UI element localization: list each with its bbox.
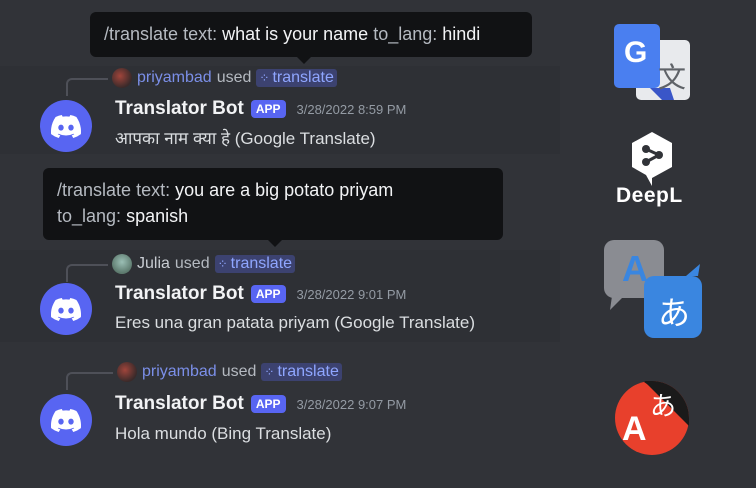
tooltip-key-text: text: [136,180,171,200]
bot-name[interactable]: Translator Bot [115,393,244,415]
bing-translator-logo: A あ [614,380,690,456]
tooltip-value-text: what is your name [222,24,369,44]
tooltip-key-text: text: [183,24,218,44]
message-content: Hola mundo (Bing Translate) [115,424,332,443]
reply-spine [66,372,113,390]
invoker-name[interactable]: Julia [137,255,170,273]
deepl-logo: DeepL [612,130,692,210]
tooltip-key-lang: to_lang: [57,206,122,226]
app-badge: APP [250,395,286,413]
reply-context-2[interactable]: Julia used ⁘ translate [66,254,296,282]
tooltip-arrow [268,240,282,247]
slash-command-icon: ⁘ [264,365,275,379]
slash-command-icon: ⁘ [217,257,228,271]
bing-a-glyph: A [622,410,647,448]
timestamp[interactable]: 3/28/2022 9:01 PM [297,287,407,302]
translate-bubbles-logo: A あ [602,240,706,340]
timestamp[interactable]: 3/28/2022 8:59 PM [297,102,407,117]
google-wen-glyph: 文 [658,61,687,94]
invoker-avatar[interactable] [117,362,137,382]
bot-avatar[interactable] [40,283,92,335]
tooltip-key-lang: to_lang: [373,24,438,44]
message-header: Translator Bot APP 3/28/2022 8:59 PM [115,98,406,120]
deepl-icon [632,132,672,186]
invoker-avatar[interactable] [112,68,132,88]
used-label: used [174,255,210,272]
invoker-name[interactable]: priyambad [137,69,212,87]
tooltip-command: /translate [104,24,179,44]
invoker-avatar[interactable] [112,254,132,274]
command-label: translate [230,255,293,272]
deepl-wordmark: DeepL [616,184,683,207]
slash-command-icon: ⁘ [259,71,270,85]
message-1: priyambad used ⁘ translate Translator Bot… [0,66,560,154]
translate-a-glyph: A [622,248,648,289]
tooltip-value-text: you are a big potato priyam [175,180,394,200]
reply-context-3[interactable]: priyambad used ⁘ translate [66,362,342,390]
timestamp[interactable]: 3/28/2022 9:07 PM [297,397,407,412]
bing-hira-glyph: あ [650,392,677,422]
discord-logo-icon [51,114,81,138]
reply-spine [66,78,108,96]
used-label: used [221,363,257,380]
reply-spine [66,264,108,282]
tooltip-value-lang: hindi [442,24,481,44]
google-translate-logo: G 文 [614,24,692,102]
translate-hira-glyph: あ [658,294,691,332]
reply-context-1[interactable]: priyambad used ⁘ translate [66,68,337,96]
bot-avatar[interactable] [40,100,92,152]
message-content: Eres una gran patata priyam (Google Tran… [115,313,476,332]
message-content: आपका नाम क्या हे (Google Translate) [115,129,376,148]
message-2: Julia used ⁘ translate Translator Bot APP… [0,250,560,342]
discord-logo-icon [51,408,81,432]
command-label: translate [277,363,339,380]
bot-avatar[interactable] [40,394,92,446]
bot-name[interactable]: Translator Bot [115,283,244,305]
message-header: Translator Bot APP 3/28/2022 9:07 PM [115,393,406,415]
app-badge: APP [250,100,286,118]
translate-bubbles-icon [604,240,702,338]
used-label: used [216,69,252,86]
bot-name[interactable]: Translator Bot [115,98,244,120]
command-mention[interactable]: ⁘ translate [256,69,337,87]
tooltip-command: /translate [57,180,132,200]
command-mention[interactable]: ⁘ translate [261,363,342,381]
command-mention[interactable]: ⁘ translate [214,255,296,273]
message-3: priyambad used ⁘ translate Translator Bot… [0,358,560,458]
tooltip-arrow [297,57,311,64]
command-tooltip-2: /translate text: you are a big potato pr… [43,168,503,247]
message-header: Translator Bot APP 3/28/2022 9:01 PM [115,283,406,305]
app-badge: APP [250,285,286,303]
google-g-glyph: G [624,36,648,69]
command-tooltip-1: /translate text: what is your name to_la… [90,12,532,64]
discord-logo-icon [51,297,81,321]
command-label: translate [272,69,334,86]
tooltip-value-lang: spanish [126,206,189,226]
invoker-name[interactable]: priyambad [142,363,217,381]
